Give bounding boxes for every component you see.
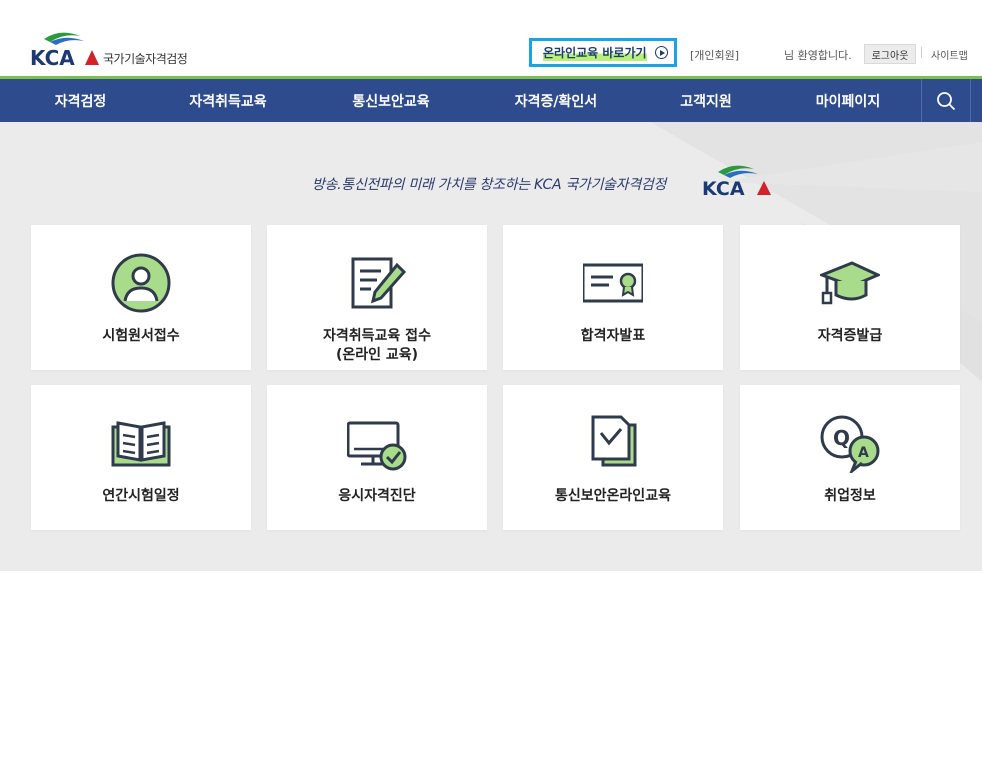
main-navigation: 자격검정 자격취득교육 통신보안교육 자격증/확인서 고객지원 마이페이지 [0,79,982,122]
tile-label: 자격취득교육 접수 [323,328,431,344]
logo-text: 국가기술자격검정 [103,52,188,66]
tile-label: 시험원서접수 [102,328,180,344]
tile-label: 통신보안온라인교육 [555,488,671,504]
tile-exam-application[interactable]: 시험원서접수 [31,225,251,370]
site-header: KCA 국가기술자격검정 온라인교육 바로가기 [개인회원] 님 환영합니다. … [0,0,982,79]
open-book-icon [111,421,171,467]
tile-qualification-education[interactable]: 자격취득교육 접수 (온라인 교육) [267,225,487,370]
page-blank-area [0,571,982,775]
certificate-icon [583,263,643,303]
tile-label: 연간시험일정 [102,488,180,504]
slogan-text: 방송.통신전파의 미래 가치를 창조하는 KCA 국가기술자격검정 [312,177,667,193]
nav-item-mypage[interactable]: 마이페이지 [797,79,899,122]
search-icon [937,91,956,110]
main-quick-menu: 방송.통신전파의 미래 가치를 창조하는 KCA 국가기술자격검정 KCA 시험… [0,122,982,571]
user-circle-icon [111,253,171,313]
svg-text:KCA: KCA [702,178,745,198]
nav-item-exam[interactable]: 자격검정 [28,79,133,122]
tile-label: 자격증발급 [817,328,883,344]
tile-certificate-issue[interactable]: 자격증발급 [740,225,960,370]
search-button[interactable] [921,79,971,122]
nav-item-certificate[interactable]: 자격증/확인서 [498,79,614,122]
monitor-check-icon [347,421,407,471]
graduation-cap-icon [820,261,880,305]
logout-button[interactable]: 로그아웃 [864,44,916,64]
svg-text:KCA: KCA [30,46,75,68]
kca-logo-mark: KCA [30,32,99,68]
tile-label-sub: (온라인 교육) [335,347,419,363]
play-circle-icon [654,46,668,59]
nav-item-security-education[interactable]: 통신보안교육 [335,79,447,122]
kca-logo[interactable]: KCA 국가기술자격검정 [30,30,200,70]
tile-label: 취업정보 [824,488,876,504]
tile-eligibility-check[interactable]: 응시자격진단 [267,385,487,530]
tile-pass-announcement[interactable]: 합격자발표 [503,225,723,370]
tile-label: 합격자발표 [580,328,646,344]
nav-item-qualification-education[interactable]: 자격취득교육 [172,79,284,122]
welcome-text: 님 환영합니다. [784,49,852,62]
nav-item-customer-support[interactable]: 고객지원 [664,79,748,122]
online-education-button[interactable]: 온라인교육 바로가기 [529,38,677,67]
kca-slogan-logo: KCA [702,165,771,198]
tile-label: 응시자격진단 [338,488,416,504]
svg-text:Q: Q [833,426,850,450]
member-type-label: [개인회원] [690,49,740,62]
qa-bubble-icon: Q A [820,415,880,473]
sitemap-link[interactable]: 사이트맵 [931,47,968,62]
svg-text:A: A [858,445,869,461]
online-education-label: 온라인교육 바로가기 [543,44,647,61]
tile-security-online-education[interactable]: 통신보안온라인교육 [503,385,723,530]
tile-annual-schedule[interactable]: 연간시험일정 [31,385,251,530]
header-divider [921,47,922,58]
document-check-icon [591,415,637,467]
document-pencil-icon [351,257,407,309]
tile-job-info[interactable]: Q A 취업정보 [740,385,960,530]
